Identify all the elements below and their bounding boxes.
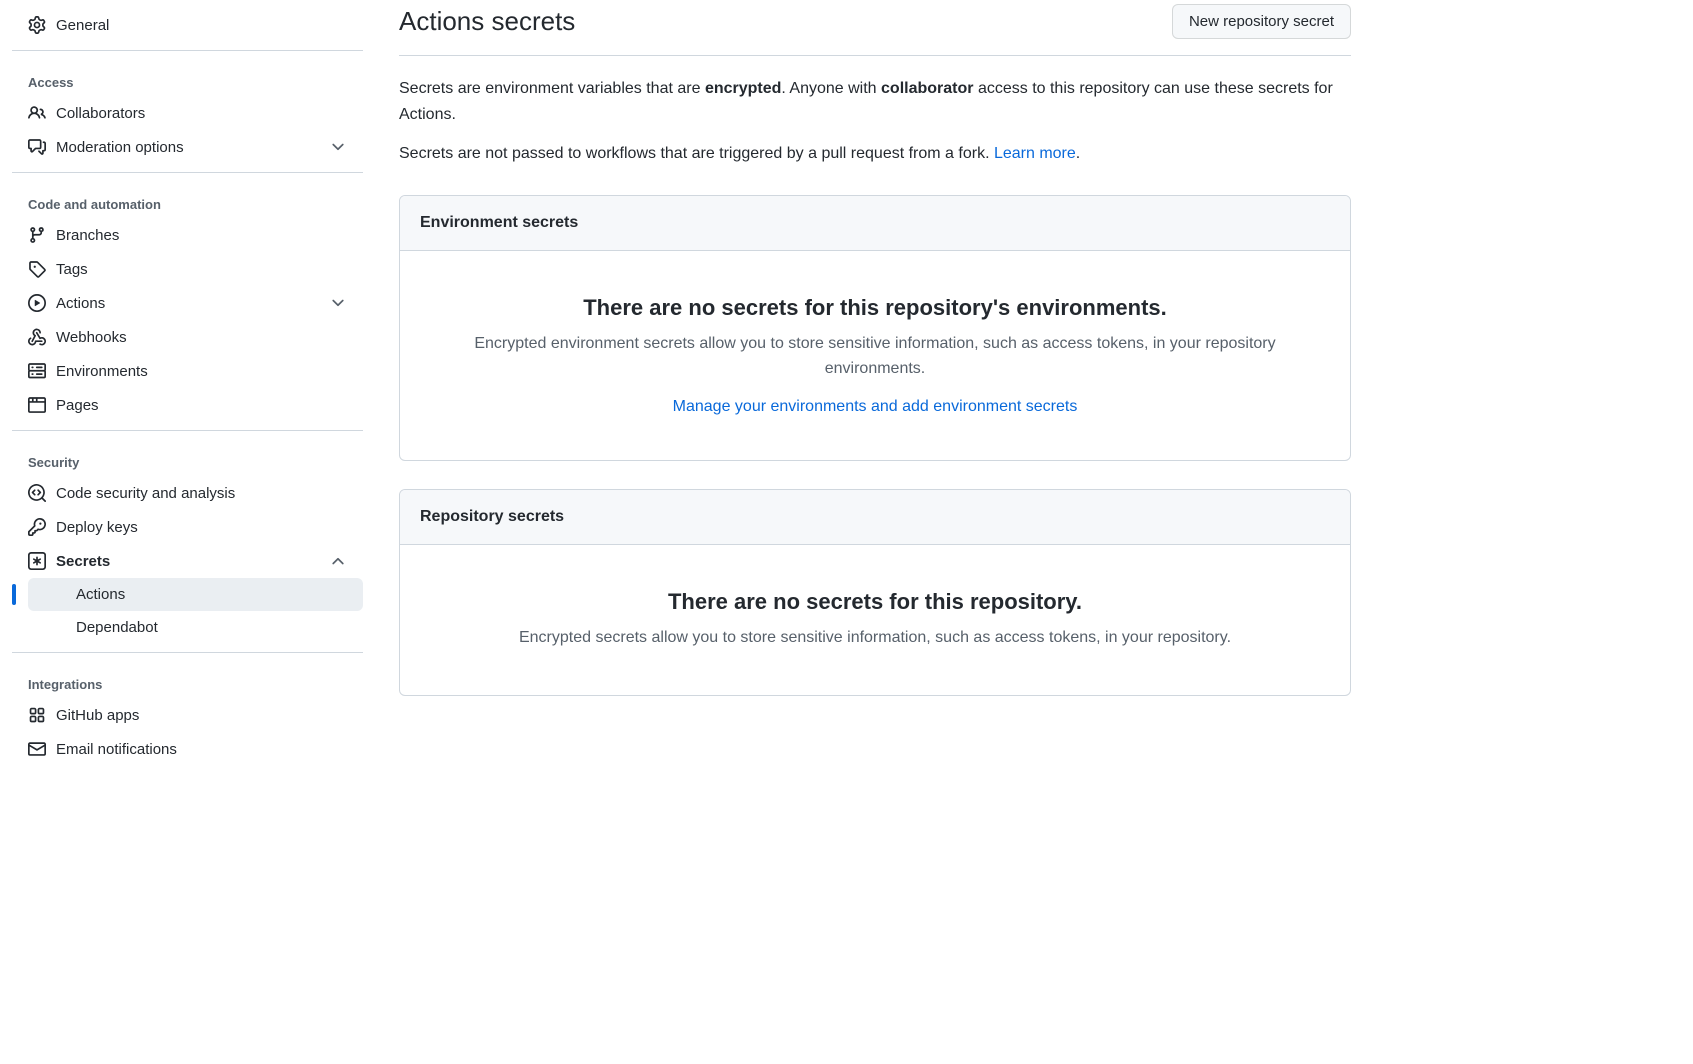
sidebar-item-branches[interactable]: Branches (12, 218, 363, 252)
sidebar-item-general[interactable]: General (12, 8, 363, 42)
intro-text-part: . Anyone with (781, 80, 881, 97)
empty-state-description: Encrypted environment secrets allow you … (440, 331, 1310, 382)
page-header: Actions secrets New repository secret (399, 4, 1351, 56)
sidebar-item-label: Tags (56, 261, 347, 278)
sidebar-item-email-notifications[interactable]: Email notifications (12, 732, 363, 766)
sidebar-item-label: Collaborators (56, 105, 347, 122)
sidebar-item-label: Moderation options (56, 139, 319, 156)
sidebar-item-secrets[interactable]: Secrets (12, 544, 363, 578)
sidebar-item-label: Actions (56, 295, 319, 312)
sidebar-item-actions[interactable]: Actions (12, 286, 363, 320)
key-icon (28, 518, 46, 536)
sidebar-item-label: Environments (56, 363, 347, 380)
sidebar-item-github-apps[interactable]: GitHub apps (12, 698, 363, 732)
tag-icon (28, 260, 46, 278)
empty-state-description: Encrypted secrets allow you to store sen… (440, 625, 1310, 651)
section-heading-security: Security (12, 439, 363, 476)
sidebar-item-label: Email notifications (56, 741, 347, 758)
sidebar-item-collaborators[interactable]: Collaborators (12, 96, 363, 130)
intro-text-part: . (1076, 145, 1080, 162)
sidebar-item-moderation[interactable]: Moderation options (12, 130, 363, 164)
repository-secrets-panel: Repository secrets There are no secrets … (399, 489, 1351, 696)
empty-state-title: There are no secrets for this repository… (440, 589, 1310, 615)
gear-icon (28, 16, 46, 34)
git-branch-icon (28, 226, 46, 244)
sidebar-item-environments[interactable]: Environments (12, 354, 363, 388)
chevron-down-icon (329, 138, 347, 156)
chevron-up-icon (329, 552, 347, 570)
sidebar-subitem-secrets-dependabot[interactable]: Dependabot (28, 611, 363, 644)
sidebar-item-label: Webhooks (56, 329, 347, 346)
sidebar-item-label: Actions (76, 586, 125, 603)
apps-icon (28, 706, 46, 724)
mail-icon (28, 740, 46, 758)
key-asterisk-icon (28, 552, 46, 570)
browser-icon (28, 396, 46, 414)
new-repository-secret-button[interactable]: New repository secret (1172, 4, 1351, 39)
settings-sidebar: General Access Collaborators Moderation … (0, 0, 375, 1064)
environment-secrets-panel: Environment secrets There are no secrets… (399, 195, 1351, 461)
comment-discussion-icon (28, 138, 46, 156)
panel-header: Repository secrets (400, 490, 1350, 545)
sidebar-item-pages[interactable]: Pages (12, 388, 363, 422)
learn-more-link[interactable]: Learn more (994, 145, 1076, 162)
sidebar-item-webhooks[interactable]: Webhooks (12, 320, 363, 354)
intro-text-part: Secrets are environment variables that a… (399, 80, 705, 97)
intro-text: Secrets are environment variables that a… (399, 76, 1351, 167)
sidebar-item-code-security[interactable]: Code security and analysis (12, 476, 363, 510)
sidebar-item-label: Pages (56, 397, 347, 414)
sidebar-item-tags[interactable]: Tags (12, 252, 363, 286)
sidebar-subitem-secrets-actions[interactable]: Actions (28, 578, 363, 611)
main-content: Actions secrets New repository secret Se… (375, 0, 1375, 1064)
server-icon (28, 362, 46, 380)
section-heading-access: Access (12, 59, 363, 96)
intro-text-bold: collaborator (881, 80, 973, 97)
intro-text-bold: encrypted (705, 80, 781, 97)
sidebar-item-label: GitHub apps (56, 707, 347, 724)
people-icon (28, 104, 46, 122)
sidebar-item-label: General (56, 17, 347, 34)
panel-header: Environment secrets (400, 196, 1350, 251)
page-title: Actions secrets (399, 6, 575, 37)
sidebar-item-deploy-keys[interactable]: Deploy keys (12, 510, 363, 544)
sidebar-item-label: Branches (56, 227, 347, 244)
play-circle-icon (28, 294, 46, 312)
webhook-icon (28, 328, 46, 346)
sidebar-item-label: Secrets (56, 553, 319, 570)
intro-text-part: Secrets are not passed to workflows that… (399, 145, 994, 162)
sidebar-item-label: Deploy keys (56, 519, 347, 536)
codescan-icon (28, 484, 46, 502)
section-heading-code: Code and automation (12, 181, 363, 218)
empty-state-title: There are no secrets for this repository… (440, 295, 1310, 321)
panel-body: There are no secrets for this repository… (400, 545, 1350, 695)
panel-body: There are no secrets for this repository… (400, 251, 1350, 460)
chevron-down-icon (329, 294, 347, 312)
manage-environments-link[interactable]: Manage your environments and add environ… (673, 398, 1078, 415)
sidebar-item-label: Dependabot (76, 619, 158, 636)
sidebar-item-label: Code security and analysis (56, 485, 347, 502)
section-heading-integrations: Integrations (12, 661, 363, 698)
